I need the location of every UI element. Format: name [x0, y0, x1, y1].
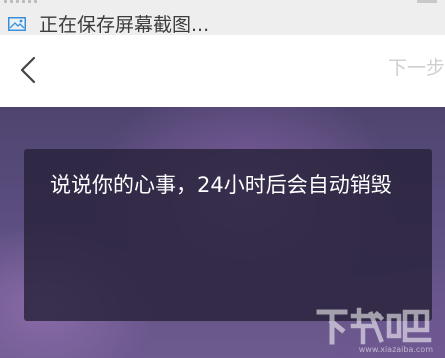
- watermark: www.xiazaiba.com: [315, 306, 433, 354]
- notification-text: 正在保存屏幕截图...: [39, 14, 210, 35]
- signal-dots: [4, 0, 37, 3]
- image-icon: [8, 17, 26, 31]
- watermark-url: www.xiazaiba.com: [358, 345, 433, 354]
- nav-bar: 下一步: [0, 35, 445, 107]
- thought-placeholder: 说说你的心事，24小时后会自动销毁: [50, 173, 392, 197]
- status-indicator: [417, 0, 437, 3]
- chevron-left-icon: [20, 56, 36, 84]
- next-button[interactable]: 下一步: [388, 55, 445, 81]
- back-button[interactable]: [14, 55, 44, 85]
- thought-input[interactable]: 说说你的心事，24小时后会自动销毁: [24, 149, 432, 321]
- watermark-logo: [316, 307, 432, 345]
- screen: 正在保存屏幕截图... 下一步 说说你的心事，24小时后会自动销毁 www.xi…: [0, 0, 445, 358]
- status-bar: 正在保存屏幕截图...: [0, 0, 445, 35]
